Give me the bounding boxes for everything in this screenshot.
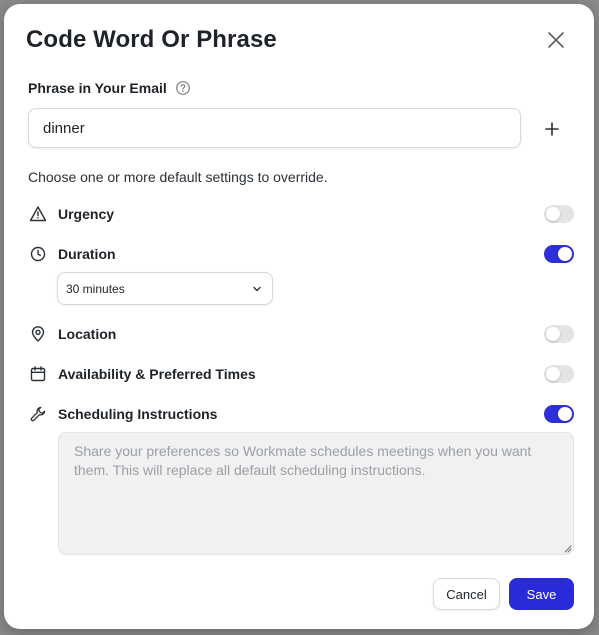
code-word-dialog: Code Word Or Phrase Phrase in Your Email… xyxy=(4,4,594,629)
add-phrase-button[interactable] xyxy=(538,115,566,143)
setting-label-availability: Availability & Preferred Times xyxy=(58,366,256,382)
setting-label-scheduling-instructions: Scheduling Instructions xyxy=(58,406,218,422)
plus-icon xyxy=(545,122,559,136)
setting-row-duration: Duration xyxy=(28,242,574,266)
toggle-knob xyxy=(558,247,572,261)
setting-label-location: Location xyxy=(58,326,117,342)
scheduling-instructions-toggle[interactable] xyxy=(544,405,574,423)
close-button[interactable] xyxy=(542,26,570,54)
location-toggle[interactable] xyxy=(544,325,574,343)
save-button[interactable]: Save xyxy=(509,578,574,610)
warning-triangle-icon xyxy=(28,204,48,224)
setting-label-urgency: Urgency xyxy=(58,206,115,222)
map-pin-icon xyxy=(28,324,48,344)
availability-toggle[interactable] xyxy=(544,365,574,383)
setting-label-duration: Duration xyxy=(58,246,116,262)
calendar-icon xyxy=(28,364,48,384)
toggle-knob xyxy=(546,207,560,221)
duration-select[interactable]: 30 minutes xyxy=(57,272,273,305)
setting-row-location: Location xyxy=(28,322,574,346)
duration-toggle[interactable] xyxy=(544,245,574,263)
toggle-knob xyxy=(546,367,560,381)
phrase-input[interactable] xyxy=(28,108,521,148)
resize-grip-icon[interactable] xyxy=(562,543,572,553)
setting-row-scheduling-instructions: Scheduling Instructions xyxy=(28,402,574,426)
wrench-icon xyxy=(28,404,48,424)
toggle-knob xyxy=(546,327,560,341)
chevron-down-icon xyxy=(253,286,261,291)
dialog-title: Code Word Or Phrase xyxy=(26,26,277,53)
clock-icon xyxy=(28,244,48,264)
close-icon xyxy=(548,32,564,48)
setting-row-availability: Availability & Preferred Times xyxy=(28,362,574,386)
phrase-field-label: Phrase in Your Email xyxy=(28,80,191,96)
scheduling-instructions-textarea[interactable] xyxy=(58,432,574,555)
toggle-knob xyxy=(558,407,572,421)
override-hint: Choose one or more default settings to o… xyxy=(28,169,328,185)
cancel-button[interactable]: Cancel xyxy=(433,578,500,610)
setting-row-urgency: Urgency xyxy=(28,202,574,226)
phrase-label-text: Phrase in Your Email xyxy=(28,80,167,96)
question-circle-icon[interactable] xyxy=(175,80,191,96)
urgency-toggle[interactable] xyxy=(544,205,574,223)
duration-select-value: 30 minutes xyxy=(66,281,125,296)
